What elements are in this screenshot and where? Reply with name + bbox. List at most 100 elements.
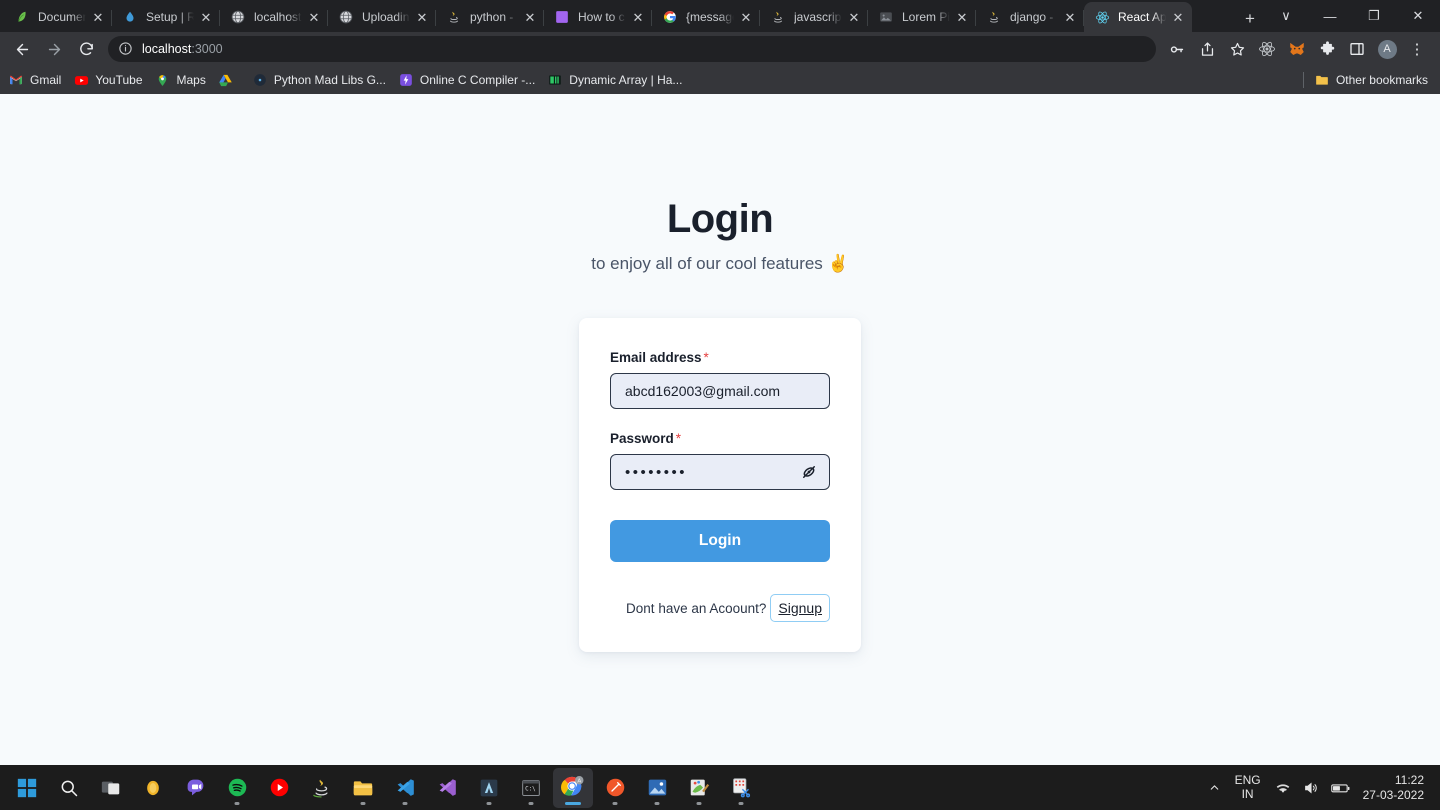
taskbar-java-icon[interactable] xyxy=(301,768,341,808)
page-header: Login to enjoy all of our cool features … xyxy=(591,197,848,274)
tab-close-button[interactable]: ✕ xyxy=(738,9,754,25)
bookmark-item[interactable]: Python Mad Libs G... xyxy=(252,72,386,88)
metamask-fox-icon[interactable] xyxy=(1284,36,1310,62)
browser-tab[interactable]: Lorem Pi ✕ xyxy=(868,2,976,32)
tab-title: How to c xyxy=(578,10,625,24)
maps-icon xyxy=(155,72,171,88)
windows-taskbar: C:\ A ENG IN 11:22 27-03-2022 xyxy=(0,765,1440,810)
browser-tab[interactable]: django - ✕ xyxy=(976,2,1084,32)
taskbar-youtube-icon[interactable] xyxy=(259,768,299,808)
address-bar[interactable]: localhost:3000 xyxy=(108,36,1156,62)
taskbar-start-button[interactable] xyxy=(7,768,47,808)
page-title: Login xyxy=(666,197,774,241)
taskbar-pen-app-icon[interactable] xyxy=(595,768,635,808)
tab-close-button[interactable]: ✕ xyxy=(522,9,538,25)
taskbar-spotify-icon[interactable] xyxy=(217,768,257,808)
other-bookmarks-label: Other bookmarks xyxy=(1335,73,1428,87)
tab-close-button[interactable]: ✕ xyxy=(198,9,214,25)
drive-icon xyxy=(218,72,234,88)
react-devtools-icon[interactable] xyxy=(1254,36,1280,62)
browser-tab[interactable]: React Ap ✕ xyxy=(1084,2,1192,32)
taskbar-terminal-icon[interactable]: C:\ xyxy=(511,768,551,808)
window-controls: ∨ — ❐ ✕ xyxy=(1264,0,1440,32)
browser-tab[interactable]: How to c ✕ xyxy=(544,2,652,32)
forward-button[interactable] xyxy=(40,35,68,63)
tab-strip: Documen✕Setup | Re✕localhost✕Uploading✕p… xyxy=(0,0,1440,32)
signup-link[interactable]: Signup xyxy=(770,594,830,622)
taskbar-task-view-button[interactable] xyxy=(91,768,131,808)
bookmark-item[interactable]: Online C Compiler -... xyxy=(398,72,535,88)
language-indicator[interactable]: ENG IN xyxy=(1227,772,1269,802)
taskbar-paint-icon[interactable] xyxy=(679,768,719,808)
browser-tab[interactable]: localhost ✕ xyxy=(220,2,328,32)
tab-title: React Ap xyxy=(1118,10,1166,24)
leaf-icon xyxy=(14,9,30,25)
side-panel-icon[interactable] xyxy=(1344,36,1370,62)
battery-icon[interactable] xyxy=(1325,768,1357,808)
taskbar-search-button[interactable] xyxy=(49,768,89,808)
tab-close-button[interactable]: ✕ xyxy=(846,9,862,25)
tab-close-button[interactable]: ✕ xyxy=(630,9,646,25)
speaker-icon[interactable] xyxy=(1297,768,1325,808)
taskbar-adobe-icon[interactable] xyxy=(469,768,509,808)
browser-tab[interactable]: Documen ✕ xyxy=(4,2,112,32)
bookmark-label: Maps xyxy=(176,73,206,87)
page-subtitle: to enjoy all of our cool features ✌️ xyxy=(591,254,849,273)
bookmarks-bar: Gmail YouTube Maps Python Mad Libs G... Onli… xyxy=(0,66,1440,94)
avatar: A xyxy=(1377,39,1397,59)
taskbar-snipping-tool-icon[interactable] xyxy=(721,768,761,808)
chevron-up-icon[interactable] xyxy=(1202,768,1227,808)
minimize-button[interactable]: — xyxy=(1308,0,1352,32)
taskbar-vscode-icon[interactable] xyxy=(385,768,425,808)
bookmark-item[interactable]: Dynamic Array | Ha... xyxy=(547,72,682,88)
close-window-button[interactable]: ✕ xyxy=(1396,0,1440,32)
droplet-icon xyxy=(122,9,138,25)
bookmark-item[interactable]: Maps xyxy=(155,72,206,88)
folder-icon xyxy=(1314,72,1330,88)
bookmark-star-icon[interactable] xyxy=(1224,36,1250,62)
language-primary: ENG xyxy=(1234,772,1261,787)
back-button[interactable] xyxy=(8,35,36,63)
new-tab-button[interactable]: + xyxy=(1236,4,1264,32)
browser-tab[interactable]: javascript ✕ xyxy=(760,2,868,32)
tab-close-button[interactable]: ✕ xyxy=(306,9,322,25)
browser-tab[interactable]: {message ✕ xyxy=(652,2,760,32)
taskbar-file-explorer-icon[interactable] xyxy=(343,768,383,808)
clock-date: 27-03-2022 xyxy=(1362,787,1424,802)
maximize-button[interactable]: ❐ xyxy=(1352,0,1396,32)
bookmark-item[interactable] xyxy=(218,72,240,88)
login-button[interactable]: Login xyxy=(610,520,830,562)
tab-close-button[interactable]: ✕ xyxy=(954,9,970,25)
clock[interactable]: 11:22 27-03-2022 xyxy=(1357,773,1434,803)
taskbar-chrome-icon[interactable]: A xyxy=(553,767,593,808)
tab-close-button[interactable]: ✕ xyxy=(1170,9,1186,25)
java-icon xyxy=(446,9,462,25)
taskbar-photos-icon[interactable] xyxy=(637,768,677,808)
chrome-menu-button[interactable]: ⋮ xyxy=(1404,36,1430,62)
bookmark-item[interactable]: YouTube xyxy=(73,72,143,88)
wifi-icon[interactable] xyxy=(1269,768,1297,808)
tab-search-button[interactable]: ∨ xyxy=(1264,0,1308,32)
password-key-icon[interactable] xyxy=(1164,36,1190,62)
tab-close-button[interactable]: ✕ xyxy=(90,9,106,25)
browser-tab[interactable]: Uploading ✕ xyxy=(328,2,436,32)
browser-tab[interactable]: python - ✕ xyxy=(436,2,544,32)
bookmark-label: Gmail xyxy=(30,73,62,87)
profile-avatar[interactable]: A xyxy=(1374,36,1400,62)
taskbar-teams-chat-icon[interactable] xyxy=(175,768,215,808)
tab-close-button[interactable]: ✕ xyxy=(414,9,430,25)
other-bookmarks-button[interactable]: Other bookmarks xyxy=(1314,72,1428,88)
info-circle-icon[interactable] xyxy=(118,41,134,57)
eye-slash-icon[interactable] xyxy=(796,454,822,490)
extensions-puzzle-icon[interactable] xyxy=(1314,36,1340,62)
taskbar-vscode-insiders-icon[interactable] xyxy=(427,768,467,808)
repl-icon xyxy=(252,72,268,88)
email-input[interactable] xyxy=(610,373,830,409)
bookmark-item[interactable]: Gmail xyxy=(8,72,61,88)
share-icon[interactable] xyxy=(1194,36,1220,62)
browser-tab[interactable]: Setup | Re ✕ xyxy=(112,2,220,32)
bookmark-label: Online C Compiler -... xyxy=(419,73,536,87)
taskbar-widgets-icon[interactable] xyxy=(133,768,173,808)
reload-button[interactable] xyxy=(72,35,100,63)
tab-close-button[interactable]: ✕ xyxy=(1062,9,1078,25)
